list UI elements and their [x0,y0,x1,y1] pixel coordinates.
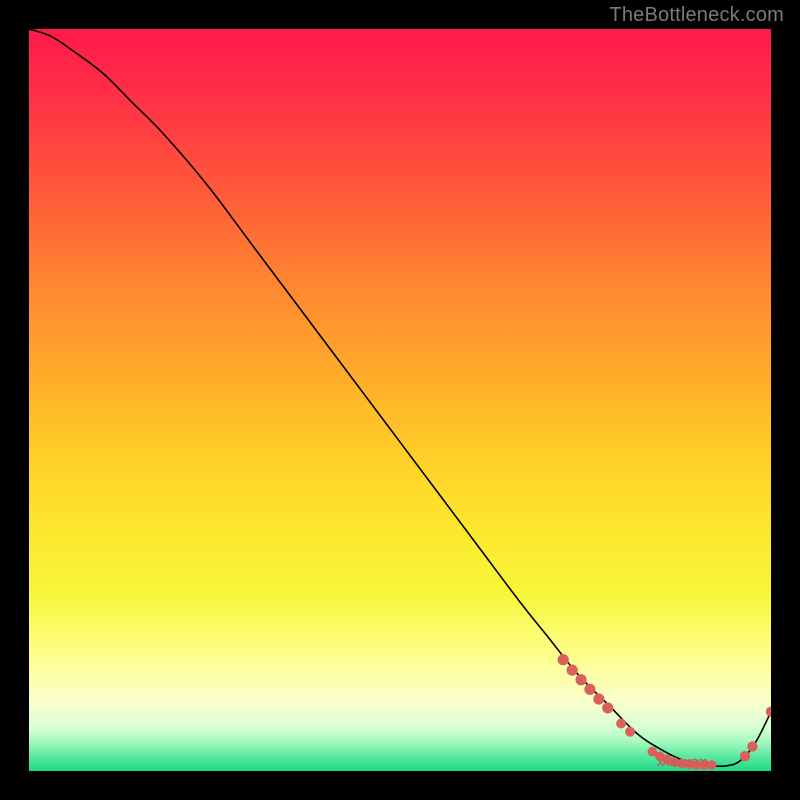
marker-cluster-descent-1 [558,654,569,665]
chart-frame: TheBottleneck.com XNXD 01B30 [0,0,800,800]
marker-cluster-descent-4 [584,684,595,695]
marker-cluster-descent-5 [593,693,604,704]
marker-cluster-descent-2 [567,664,578,675]
annotation-label-scuff: XNXD 01B30 [657,758,708,769]
watermark-text: TheBottleneck.com [609,4,784,27]
marker-valley-9 [707,760,717,770]
plot-area: XNXD 01B30 [29,29,771,771]
marker-cluster-descent-3 [575,674,586,685]
data-markers [558,654,771,770]
marker-rise-2 [747,741,757,751]
marker-mid-2 [625,727,635,737]
curve-svg: XNXD 01B30 [29,29,771,771]
marker-mid-1 [616,719,626,729]
annotations: XNXD 01B30 [657,758,708,769]
marker-rise-1 [740,751,750,761]
bottleneck-curve [29,29,771,766]
marker-rise-3 [766,706,771,716]
marker-cluster-descent-6 [602,702,613,713]
